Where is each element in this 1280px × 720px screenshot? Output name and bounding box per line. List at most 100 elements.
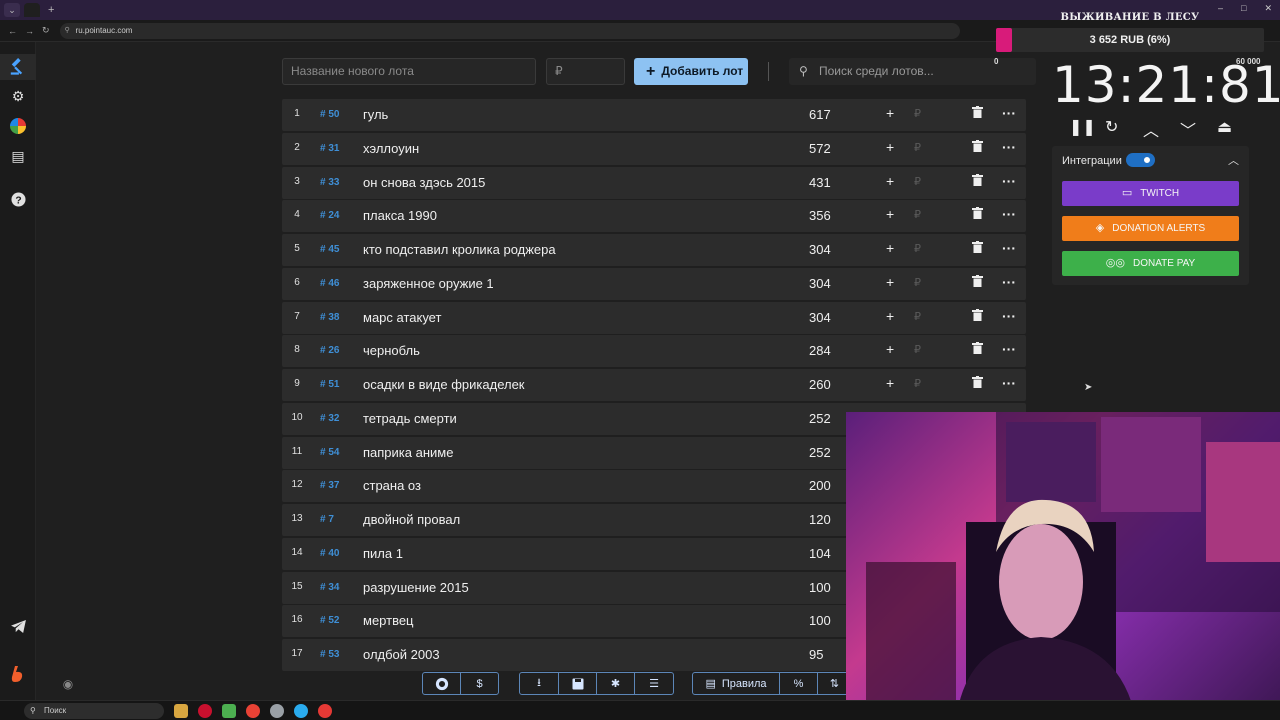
- opera-icon[interactable]: [198, 703, 212, 718]
- back-icon[interactable]: ←: [8, 26, 17, 36]
- add-amount-icon[interactable]: +: [886, 375, 894, 391]
- lot-tag[interactable]: # 34: [320, 582, 339, 593]
- ruble-input-icon[interactable]: ₽: [914, 343, 921, 356]
- add-amount-icon[interactable]: +: [886, 206, 894, 222]
- lot-tag[interactable]: # 33: [320, 177, 339, 188]
- clear-list-icon[interactable]: ☰: [635, 673, 673, 694]
- lot-tag[interactable]: # 53: [320, 649, 339, 660]
- lot-name[interactable]: мертвец: [363, 613, 414, 628]
- ruble-input-icon[interactable]: ₽: [914, 276, 921, 289]
- chrome-icon[interactable]: [246, 703, 260, 718]
- lot-name[interactable]: чернобль: [363, 343, 420, 358]
- more-options-icon[interactable]: ···: [1002, 375, 1016, 391]
- lot-row[interactable]: 3 # 33 он снова здэсь 2015 431 + ₽ ···: [282, 166, 1026, 199]
- visibility-eye-icon[interactable]: ◉: [58, 674, 78, 694]
- save-icon[interactable]: [559, 673, 597, 694]
- forward-icon[interactable]: →: [25, 26, 34, 36]
- url-field[interactable]: ⚲ ru.pointauc.com: [59, 22, 960, 39]
- pause-icon[interactable]: ❚❚: [1069, 117, 1096, 137]
- ruble-input-icon[interactable]: ₽: [914, 107, 921, 120]
- more-options-icon[interactable]: ···: [1002, 206, 1016, 222]
- chrome-alt-icon[interactable]: [270, 703, 284, 718]
- lot-name[interactable]: пила 1: [363, 546, 403, 561]
- trash-icon[interactable]: [972, 139, 983, 155]
- trash-icon[interactable]: [972, 308, 983, 324]
- reset-icon[interactable]: ↻: [1105, 117, 1118, 137]
- lot-name[interactable]: страна оз: [363, 478, 421, 493]
- lot-row[interactable]: 2 # 31 хэллоуин 572 + ₽ ···: [282, 132, 1026, 165]
- site-info-icon[interactable]: ⚲: [65, 23, 70, 39]
- boosty-icon[interactable]: [8, 664, 28, 684]
- lot-name[interactable]: паприка аниме: [363, 445, 453, 460]
- more-options-icon[interactable]: ···: [1002, 341, 1016, 357]
- more-options-icon[interactable]: ···: [1002, 240, 1016, 256]
- lot-row[interactable]: 4 # 24 плакса 1990 356 + ₽ ···: [282, 200, 1026, 233]
- lot-name[interactable]: олдбой 2003: [363, 647, 440, 662]
- lot-tag[interactable]: # 7: [320, 514, 334, 525]
- auction-gavel-icon[interactable]: [8, 57, 28, 77]
- clipboard-icon[interactable]: ▤: [8, 146, 28, 166]
- lot-row[interactable]: 8 # 26 чернобль 284 + ₽ ···: [282, 335, 1026, 368]
- trash-icon[interactable]: [972, 105, 983, 121]
- lot-row[interactable]: 9 # 51 осадки в виде фрикаделек 260 + ₽ ···: [282, 369, 1026, 401]
- add-amount-icon[interactable]: +: [886, 105, 894, 121]
- lot-name[interactable]: двойной провал: [363, 512, 460, 527]
- lot-tag[interactable]: # 46: [320, 278, 339, 289]
- trash-icon[interactable]: [972, 240, 983, 256]
- more-options-icon[interactable]: ···: [1002, 105, 1016, 121]
- donate-dollar-button[interactable]: $: [461, 673, 498, 694]
- lot-tag[interactable]: # 38: [320, 312, 339, 323]
- lot-tag[interactable]: # 32: [320, 413, 339, 424]
- download-icon[interactable]: ⭳: [520, 673, 559, 694]
- browser-tab[interactable]: [24, 3, 40, 17]
- lot-name[interactable]: заряженное оружие 1: [363, 276, 494, 291]
- donation-alerts-button[interactable]: ◈ DONATION ALERTS: [1062, 216, 1239, 241]
- telegram-taskbar-icon[interactable]: [294, 703, 308, 718]
- lot-name[interactable]: он снова здэсь 2015: [363, 175, 485, 190]
- twitch-button[interactable]: ▭ TWITCH: [1062, 181, 1239, 206]
- reload-icon[interactable]: ↻: [42, 25, 50, 36]
- lot-name[interactable]: кто подставил кролика роджера: [363, 242, 556, 257]
- percent-button[interactable]: %: [780, 673, 818, 694]
- trash-icon[interactable]: [972, 206, 983, 222]
- new-tab-button[interactable]: +: [48, 4, 54, 16]
- lot-name[interactable]: осадки в виде фрикаделек: [363, 377, 525, 392]
- trash-icon[interactable]: [972, 375, 983, 391]
- lot-row[interactable]: 7 # 38 марс атакует 304 + ₽ ···: [282, 301, 1026, 334]
- chevron-down-icon[interactable]: ﹀: [1180, 117, 1196, 141]
- new-lot-name-input[interactable]: Название нового лота: [282, 58, 536, 85]
- more-options-icon[interactable]: ···: [1002, 274, 1016, 290]
- lot-tag[interactable]: # 24: [320, 210, 339, 221]
- lot-tag[interactable]: # 45: [320, 244, 339, 255]
- more-options-icon[interactable]: ···: [1002, 139, 1016, 155]
- add-amount-icon[interactable]: +: [886, 274, 894, 290]
- lot-tag[interactable]: # 37: [320, 480, 339, 491]
- lot-tag[interactable]: # 50: [320, 109, 339, 120]
- telegram-icon[interactable]: [8, 616, 28, 636]
- ruble-input-icon[interactable]: ₽: [914, 141, 921, 154]
- lot-search-input[interactable]: ⚲ Поиск среди лотов...: [789, 58, 1036, 85]
- close-button[interactable]: ✕: [1264, 3, 1272, 14]
- lot-tag[interactable]: # 54: [320, 447, 339, 458]
- lot-tag[interactable]: # 51: [320, 379, 339, 390]
- taskbar-search[interactable]: ⚲ Поиск: [24, 702, 164, 719]
- more-options-icon[interactable]: ···: [1002, 308, 1016, 324]
- eject-icon[interactable]: ⏏: [1217, 117, 1232, 137]
- trash-icon[interactable]: [972, 274, 983, 290]
- ruble-input-icon[interactable]: ₽: [914, 242, 921, 255]
- trash-icon[interactable]: [972, 173, 983, 189]
- add-amount-icon[interactable]: +: [886, 308, 894, 324]
- ruble-input-icon[interactable]: ₽: [914, 208, 921, 221]
- chevron-up-icon[interactable]: ︿: [1143, 117, 1159, 141]
- wheel-icon[interactable]: [8, 116, 28, 136]
- lot-amount-input[interactable]: ₽: [546, 58, 625, 85]
- recorder-icon[interactable]: [318, 703, 332, 718]
- lot-name[interactable]: хэллоуин: [363, 141, 419, 156]
- lot-tag[interactable]: # 40: [320, 548, 339, 559]
- ruble-input-icon[interactable]: ₽: [914, 175, 921, 188]
- add-amount-icon[interactable]: +: [886, 173, 894, 189]
- settings-gear-icon[interactable]: ⚙: [8, 86, 28, 106]
- add-amount-icon[interactable]: +: [886, 240, 894, 256]
- lot-name[interactable]: плакса 1990: [363, 208, 437, 223]
- add-amount-icon[interactable]: +: [886, 139, 894, 155]
